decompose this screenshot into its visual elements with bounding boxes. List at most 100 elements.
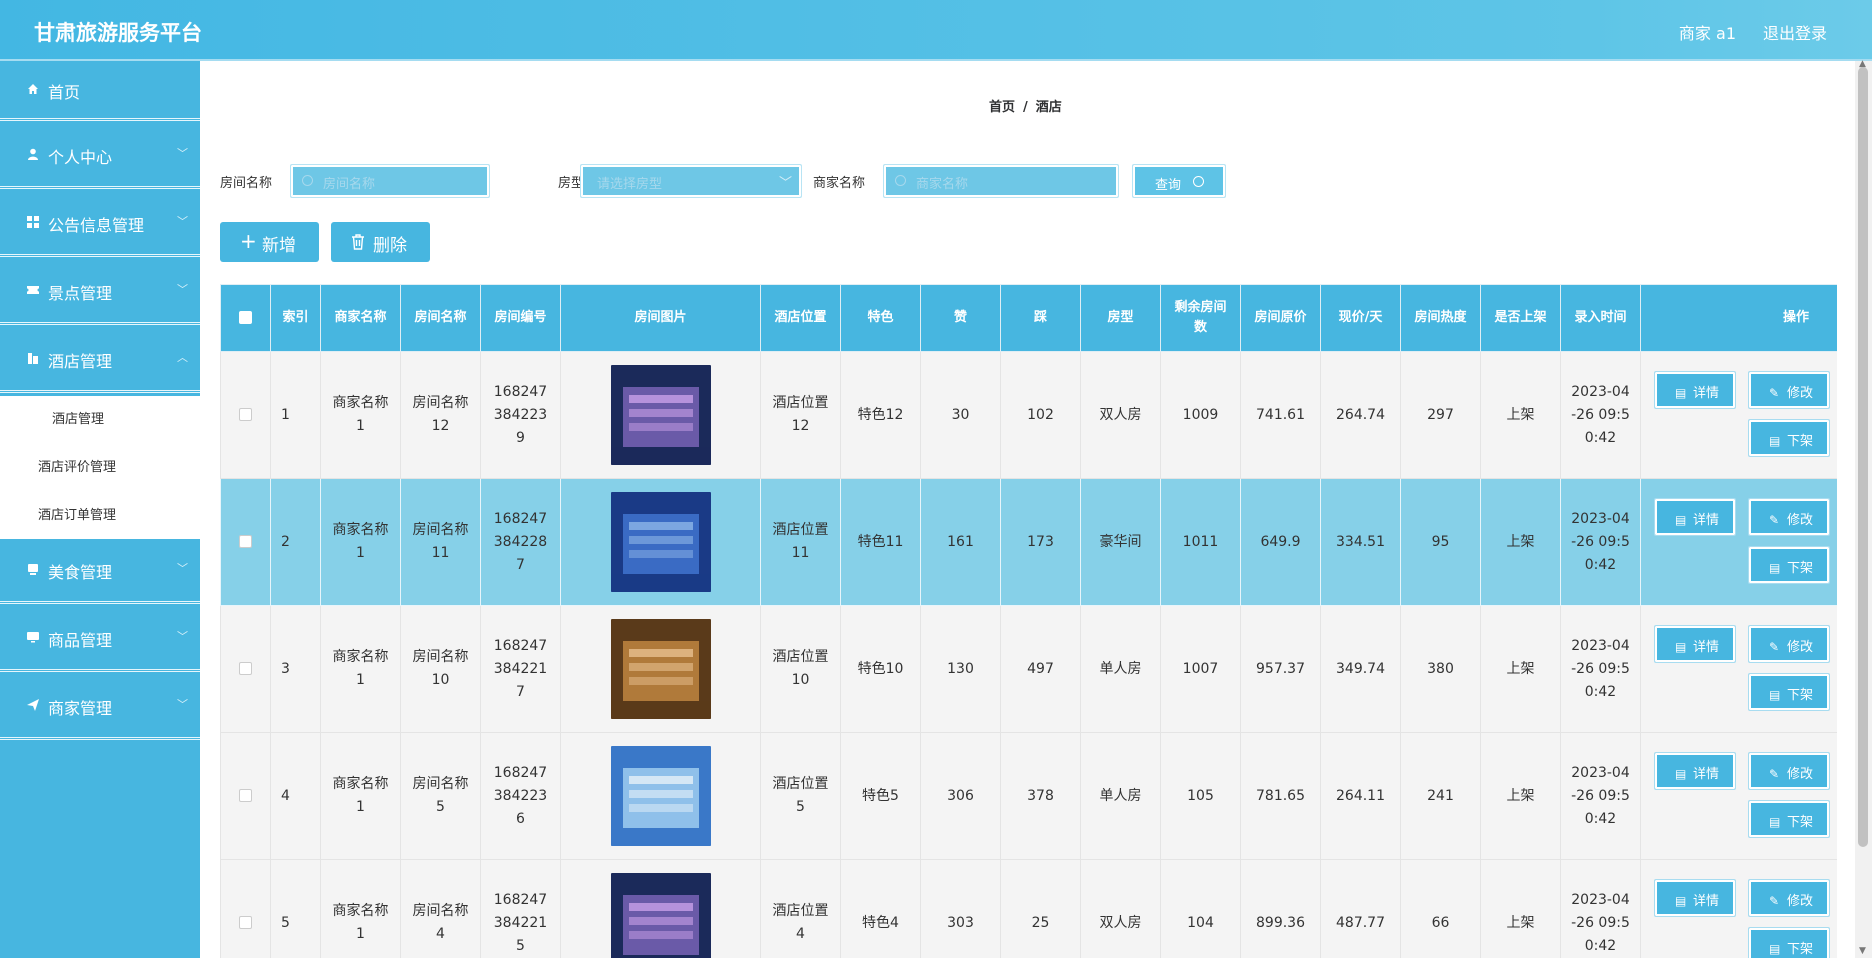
table-row[interactable]: 5 商家名称1 房间名称4 1682473842215 酒店位置4 特色4 303 25 双人房… [220, 859, 1837, 958]
breadcrumb: 首页 / 酒店 [989, 96, 1062, 115]
status-cell: 上架 [1480, 732, 1561, 860]
edit-button[interactable]: ✎ 修改 [1748, 879, 1830, 917]
building-icon [28, 353, 38, 364]
rooms-left-cell: 1009 [1160, 351, 1241, 479]
heat-cell: 66 [1400, 859, 1481, 958]
index-cell: 4 [270, 732, 321, 860]
status-cell: 上架 [1480, 859, 1561, 958]
merchant-cell: 商家名称1 [320, 351, 401, 479]
submenu-hotel-review[interactable]: 酒店评价管理 [0, 456, 200, 504]
table-row[interactable]: 1 商家名称1 房间名称12 1682473842239 酒店位置12 特色12 30 102… [220, 351, 1837, 479]
pencil-icon: ✎ [1769, 894, 1780, 908]
detail-button[interactable]: ▤ 详情 [1654, 498, 1736, 536]
column-header: 录入时间 [1560, 284, 1641, 352]
take-down-button[interactable]: ▤ 下架 [1748, 800, 1830, 838]
scroll-down-icon[interactable]: ▼ [1859, 946, 1866, 956]
sidebar-item-hotel[interactable]: 酒店管理 ︿ [0, 328, 200, 393]
sidebar-item-notice[interactable]: 公告信息管理 ﹀ [0, 192, 200, 257]
sidebar-item-home[interactable]: 首页 [0, 61, 200, 121]
dislike-cell: 173 [1000, 478, 1081, 606]
take-down-button[interactable]: ▤ 下架 [1748, 927, 1830, 958]
column-header: 房间名称 [400, 284, 481, 352]
heat-cell: 380 [1400, 605, 1481, 733]
ops-cell: ▤ 详情 ✎ 修改 ▤ 下架 [1640, 732, 1837, 860]
room-type-select[interactable]: 请选择房型 ﹀ [580, 164, 802, 198]
edit-button[interactable]: ✎ 修改 [1748, 752, 1830, 790]
edit-button[interactable]: ✎ 修改 [1748, 498, 1830, 536]
sidebar-item-label: 商品管理 [48, 631, 113, 650]
take-down-button[interactable]: ▤ 下架 [1748, 673, 1830, 711]
column-header: 房间热度 [1400, 284, 1481, 352]
detail-button-label: 详情 [1693, 767, 1720, 782]
detail-button-label: 详情 [1693, 894, 1720, 909]
sidebar-item-food[interactable]: 美食管理 ﹀ [0, 539, 200, 604]
sidebar-item-scenic[interactable]: 景点管理 ﹀ [0, 260, 200, 325]
heat-cell: 95 [1400, 478, 1481, 606]
row-select-cell [220, 478, 271, 606]
vertical-scrollbar[interactable]: ▲ ▼ [1855, 59, 1872, 958]
table-row[interactable]: 2 商家名称1 房间名称11 1682473842287 酒店位置11 特色11 161 17… [220, 478, 1837, 606]
location-cell: 酒店位置10 [760, 605, 841, 733]
search-icon [302, 175, 313, 186]
table-row[interactable]: 4 商家名称1 房间名称5 1682473842236 酒店位置5 特色5 306 378 单人… [220, 732, 1837, 860]
room-name-input[interactable]: 房间名称 [290, 164, 490, 198]
query-button-label: 查询 [1155, 178, 1182, 193]
detail-button[interactable]: ▤ 详情 [1654, 879, 1736, 917]
edit-button[interactable]: ✎ 修改 [1748, 625, 1830, 663]
row-select-cell [220, 605, 271, 733]
column-header: 现价/天 [1320, 284, 1401, 352]
user-icon [28, 148, 38, 160]
search-icon [1193, 176, 1204, 187]
feature-cell: 特色10 [840, 605, 921, 733]
original-price-cell: 649.9 [1240, 478, 1321, 606]
heat-cell: 297 [1400, 351, 1481, 479]
column-header: 索引 [270, 284, 321, 352]
row-checkbox[interactable] [239, 535, 252, 548]
table-row[interactable]: 3 商家名称1 房间名称10 1682473842217 酒店位置10 特色10 130 49… [220, 605, 1837, 733]
ticket-icon [27, 286, 39, 294]
row-checkbox[interactable] [239, 789, 252, 802]
room-type-cell: 双人房 [1080, 351, 1161, 479]
submenu-hotel-manage[interactable]: 酒店管理 [0, 408, 200, 456]
original-price-cell: 957.37 [1240, 605, 1321, 733]
feature-cell: 特色11 [840, 478, 921, 606]
take-down-button[interactable]: ▤ 下架 [1748, 546, 1830, 584]
row-checkbox[interactable] [239, 916, 252, 929]
add-button[interactable]: + 新增 [220, 222, 319, 262]
detail-button[interactable]: ▤ 详情 [1654, 371, 1736, 409]
edit-button[interactable]: ✎ 修改 [1748, 371, 1830, 409]
original-price-cell: 899.36 [1240, 859, 1321, 958]
time-cell: 2023-04-26 09:50:42 [1560, 732, 1641, 860]
sidebar-item-merchant[interactable]: 商家管理 ﹀ [0, 675, 200, 740]
column-header: 操作 [1640, 284, 1837, 352]
merchant-name-input[interactable]: 商家名称 [883, 164, 1119, 198]
document-icon: ▤ [1769, 942, 1781, 956]
row-checkbox[interactable] [239, 408, 252, 421]
logout-link[interactable]: 退出登录 [1763, 20, 1827, 44]
edit-button-label: 修改 [1787, 513, 1814, 528]
breadcrumb-home[interactable]: 首页 [989, 100, 1015, 115]
dislike-cell: 102 [1000, 351, 1081, 479]
select-all-checkbox[interactable] [239, 311, 252, 324]
chevron-down-icon: ﹀ [177, 562, 188, 575]
query-button[interactable]: 查询 [1132, 164, 1226, 198]
row-checkbox[interactable] [239, 662, 252, 675]
sidebar-item-label: 美食管理 [48, 563, 113, 582]
document-icon: ▤ [1675, 767, 1687, 781]
detail-button[interactable]: ▤ 详情 [1654, 752, 1736, 790]
take-down-button[interactable]: ▤ 下架 [1748, 419, 1830, 457]
sidebar-item-label: 景点管理 [48, 284, 113, 303]
sidebar-item-goods[interactable]: 商品管理 ﹀ [0, 607, 200, 672]
edit-button-label: 修改 [1787, 894, 1814, 909]
ops-cell: ▤ 详情 ✎ 修改 ▤ 下架 [1640, 859, 1837, 958]
room-type-placeholder: 请选择房型 [597, 177, 663, 192]
time-cell: 2023-04-26 09:50:42 [1560, 478, 1641, 606]
delete-button[interactable]: 删除 [331, 222, 430, 262]
room-image-cell [560, 478, 761, 606]
sidebar-item-profile[interactable]: 个人中心 ﹀ [0, 124, 200, 189]
hotel-table: 索引 商家名称 房间名称 房间编号 房间图片 酒店位置 特色 赞 踩 房型 剩余… [220, 284, 1837, 958]
feature-cell: 特色4 [840, 859, 921, 958]
scrollbar-thumb[interactable] [1858, 67, 1868, 847]
detail-button[interactable]: ▤ 详情 [1654, 625, 1736, 663]
search-bar: 房间名称 房间名称 房型 请选择房型 ﹀ 商家名称 商家名称 查询 [220, 162, 1320, 198]
